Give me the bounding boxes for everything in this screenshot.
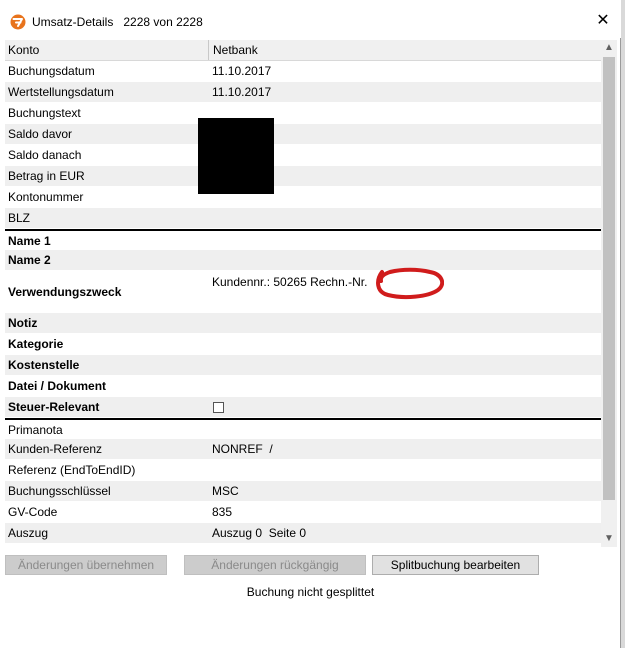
row-name-2[interactable]: Name 2 bbox=[5, 250, 601, 271]
field-label: Kontonummer bbox=[8, 190, 84, 204]
split-status-text: Buchung nicht gesplittet bbox=[246, 585, 375, 599]
app-logo-icon bbox=[10, 14, 26, 30]
row-kategorie[interactable]: Kategorie bbox=[5, 334, 601, 355]
field-label: Betrag in EUR bbox=[8, 169, 85, 183]
field-label: Auszug bbox=[8, 526, 49, 540]
field-label: Wertstellungsdatum bbox=[8, 85, 114, 99]
field-value[interactable]: Kundennr.: 50265 Rechn.-Nr. bbox=[208, 271, 367, 312]
field-label: Referenz (EndToEndID) bbox=[8, 463, 136, 477]
field-value[interactable] bbox=[208, 334, 212, 354]
row-referenz-endtoendid[interactable]: Referenz (EndToEndID) bbox=[5, 460, 601, 481]
row-buchungsschluessel[interactable]: Buchungsschlüssel MSC bbox=[5, 481, 601, 502]
details-grid: Konto Netbank Buchungsdatum 11.10.2017 W… bbox=[5, 40, 601, 547]
field-label: Buchungsschlüssel bbox=[8, 484, 111, 498]
window-title: Umsatz-Details 2228 von 2228 bbox=[32, 15, 203, 29]
umsatz-details-window: Umsatz-Details 2228 von 2228 ✕ Konto Net… bbox=[0, 0, 621, 648]
field-label: Datei / Dokument bbox=[8, 379, 107, 393]
field-label: Kategorie bbox=[8, 337, 64, 351]
field-label: Saldo danach bbox=[8, 148, 82, 162]
row-primanota[interactable]: Primanota bbox=[5, 418, 601, 439]
redaction-block bbox=[198, 118, 274, 194]
apply-changes-button[interactable]: Änderungen übernehmen bbox=[5, 555, 167, 575]
row-wertstellungsdatum[interactable]: Wertstellungsdatum 11.10.2017 bbox=[5, 82, 601, 103]
scroll-up-arrow-icon[interactable]: ▲ bbox=[601, 40, 617, 56]
scrollbar-thumb[interactable] bbox=[603, 57, 615, 500]
field-value[interactable] bbox=[208, 376, 212, 396]
row-blz[interactable]: BLZ bbox=[5, 208, 601, 229]
field-label: Primanota bbox=[8, 423, 63, 437]
field-label: Saldo davor bbox=[8, 127, 73, 141]
field-value[interactable]: NONREF / bbox=[208, 439, 273, 459]
field-label: Steuer-Relevant bbox=[8, 400, 100, 414]
row-betrag-in-eur[interactable]: Betrag in EUR bbox=[5, 166, 601, 187]
field-value[interactable] bbox=[208, 460, 212, 480]
field-value[interactable]: 11.10.2017 bbox=[208, 61, 271, 81]
row-datei-dokument[interactable]: Datei / Dokument bbox=[5, 376, 601, 397]
row-buchungstext[interactable]: Buchungstext bbox=[5, 103, 601, 124]
field-label: Verwendungszweck bbox=[8, 285, 122, 299]
row-kontonummer[interactable]: Kontonummer bbox=[5, 187, 601, 208]
field-value[interactable] bbox=[208, 208, 212, 228]
row-steuer-relevant[interactable]: Steuer-Relevant bbox=[5, 397, 601, 418]
field-label: Notiz bbox=[8, 316, 38, 330]
undo-changes-button[interactable]: Änderungen rückgängig bbox=[184, 555, 366, 575]
row-buchungsdatum[interactable]: Buchungsdatum 11.10.2017 bbox=[5, 61, 601, 82]
field-value[interactable] bbox=[208, 250, 212, 270]
row-name-1[interactable]: Name 1 bbox=[5, 229, 601, 250]
scroll-down-arrow-icon[interactable]: ▼ bbox=[601, 531, 617, 547]
close-button[interactable]: ✕ bbox=[590, 8, 616, 34]
record-counter: 2228 von 2228 bbox=[123, 15, 203, 29]
steuer-relevant-checkbox[interactable] bbox=[213, 402, 224, 413]
close-icon: ✕ bbox=[596, 12, 610, 29]
red-scribble-annotation bbox=[376, 267, 444, 300]
row-saldo-davor[interactable]: Saldo davor bbox=[5, 124, 601, 145]
field-value[interactable]: Auszug 0 Seite 0 bbox=[208, 523, 306, 543]
field-value[interactable] bbox=[208, 355, 212, 375]
grid-header-row: Konto Netbank bbox=[5, 40, 601, 61]
field-label: Buchungsdatum bbox=[8, 64, 95, 78]
row-kunden-referenz[interactable]: Kunden-Referenz NONREF / bbox=[5, 439, 601, 460]
field-value[interactable] bbox=[208, 231, 212, 249]
row-notiz[interactable]: Notiz bbox=[5, 313, 601, 334]
field-value[interactable]: MSC bbox=[208, 481, 239, 501]
field-label: Name 1 bbox=[8, 234, 51, 248]
field-label: Kunden-Referenz bbox=[8, 442, 103, 456]
field-value[interactable] bbox=[208, 313, 212, 333]
row-verwendungszweck[interactable]: Verwendungszweck Kundennr.: 50265 Rechn.… bbox=[5, 271, 601, 313]
grid-header-netbank: Netbank bbox=[208, 40, 258, 60]
field-label: GV-Code bbox=[8, 505, 58, 519]
field-value bbox=[208, 397, 224, 417]
row-auszug[interactable]: Auszug Auszug 0 Seite 0 bbox=[5, 523, 601, 544]
field-value[interactable] bbox=[208, 420, 212, 438]
title-bar: Umsatz-Details 2228 von 2228 ✕ bbox=[0, 0, 621, 38]
field-label: Kostenstelle bbox=[8, 358, 80, 372]
vertical-scrollbar[interactable]: ▲ ▼ bbox=[601, 40, 617, 547]
field-label: Buchungstext bbox=[8, 106, 81, 120]
field-label: Name 2 bbox=[8, 253, 51, 267]
row-gv-code[interactable]: GV-Code 835 bbox=[5, 502, 601, 523]
row-kostenstelle[interactable]: Kostenstelle bbox=[5, 355, 601, 376]
row-saldo-danach[interactable]: Saldo danach bbox=[5, 145, 601, 166]
field-value[interactable]: 835 bbox=[208, 502, 232, 522]
edit-split-booking-button[interactable]: Splitbuchung bearbeiten bbox=[372, 555, 539, 575]
field-value[interactable]: 11.10.2017 bbox=[208, 82, 271, 102]
grid-header-konto: Konto bbox=[8, 43, 40, 57]
field-label: BLZ bbox=[8, 211, 31, 225]
